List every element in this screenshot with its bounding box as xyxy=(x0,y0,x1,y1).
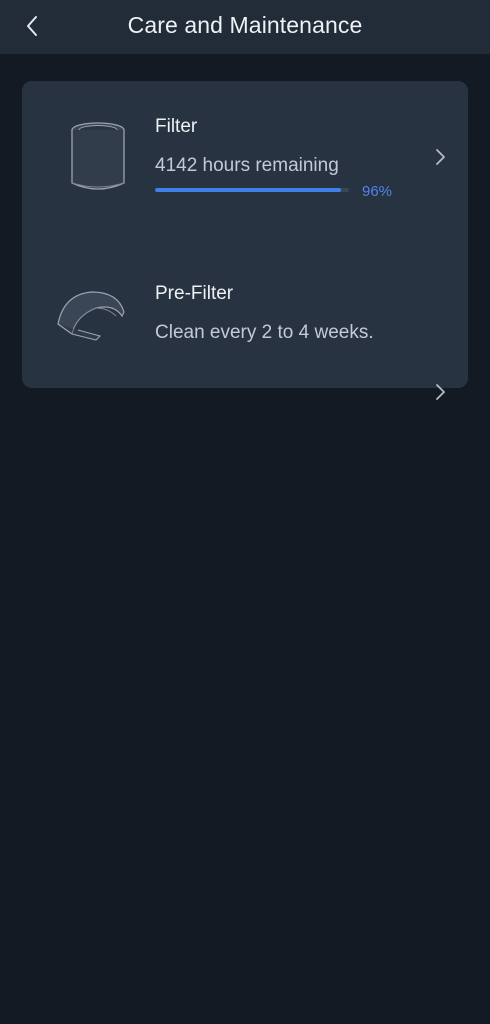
cylinder-filter-icon xyxy=(71,122,125,190)
prefilter-item[interactable]: Pre-Filter Clean every 2 to 4 weeks. xyxy=(22,241,468,400)
chevron-right-icon xyxy=(436,384,445,400)
filter-progress-label: 96% xyxy=(362,183,393,200)
filter-progress-bar xyxy=(155,188,349,192)
filter-remaining: 4142 hours remaining xyxy=(155,155,339,176)
maintenance-card: Filter 4142 hours remaining 96% Pre-Filt… xyxy=(22,81,468,400)
header-bar: Care and Maintenance xyxy=(0,0,490,54)
filter-name: Filter xyxy=(155,116,198,137)
page-title: Care and Maintenance xyxy=(127,12,363,38)
filter-item[interactable]: Filter 4142 hours remaining 96% xyxy=(22,81,468,241)
filter-progress-fill xyxy=(155,188,342,192)
curved-mesh-icon xyxy=(57,291,125,341)
prefilter-name: Pre-Filter xyxy=(155,283,234,304)
chevron-right-icon xyxy=(436,149,445,165)
prefilter-description: Clean every 2 to 4 weeks. xyxy=(155,322,374,343)
